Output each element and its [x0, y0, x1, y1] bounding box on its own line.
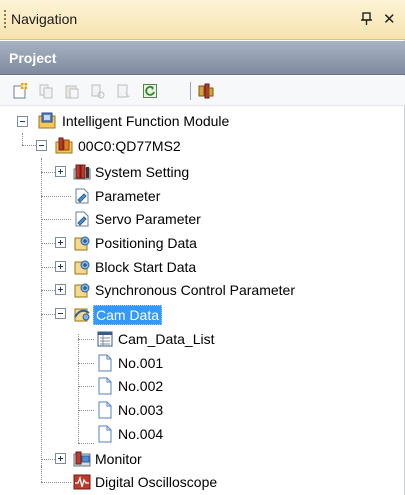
pin-icon[interactable] [360, 12, 374, 26]
block-start-data-icon [74, 260, 90, 275]
synchronous-control-icon [74, 283, 90, 298]
panel-titlebar[interactable]: Navigation ✕ [0, 0, 405, 40]
project-tree: Intelligent Function Module 00C0:QD77MS2… [0, 107, 405, 495]
expand-toggle-block-start-data[interactable] [55, 261, 66, 272]
tree-node-cam-001[interactable]: No.001 [116, 354, 165, 372]
tree-node-cam-data-list[interactable]: Cam_Data_List [116, 330, 217, 348]
unit-folder-icon [55, 137, 73, 154]
toolbar-separator [190, 82, 191, 100]
tree-node-monitor[interactable]: Monitor [93, 450, 144, 468]
refresh-icon[interactable] [142, 83, 158, 99]
tree-line [41, 172, 55, 173]
tree-node-positioning-data[interactable]: Positioning Data [93, 234, 199, 252]
tree-line [41, 267, 55, 268]
project-toolbar [0, 76, 405, 106]
servo-parameter-icon [75, 211, 89, 227]
paste-icon[interactable] [64, 83, 80, 99]
expand-toggle-system-setting[interactable] [55, 166, 66, 177]
tree-line [41, 482, 71, 483]
panel-title: Navigation [11, 11, 78, 27]
document-icon [98, 401, 112, 419]
collapse-toggle-cam-data[interactable] [55, 308, 66, 319]
tree-node-block-start-data[interactable]: Block Start Data [93, 258, 198, 276]
document-icon [98, 354, 112, 372]
tree-line [41, 290, 55, 291]
list-icon [97, 331, 113, 347]
tree-line [41, 314, 55, 315]
copy-icon[interactable] [38, 83, 54, 99]
expand-toggle-synchronous-control[interactable] [55, 284, 66, 295]
collapse-toggle-module[interactable] [36, 140, 47, 151]
parameter-icon [75, 188, 89, 204]
monitor-icon [73, 451, 91, 467]
oscilloscope-icon [73, 474, 91, 490]
close-icon[interactable]: ✕ [383, 10, 396, 28]
tree-line [41, 459, 55, 460]
cut-icon[interactable] [90, 83, 106, 99]
tree-line [41, 243, 55, 244]
tree-node-parameter[interactable]: Parameter [93, 187, 162, 205]
expand-toggle-monitor[interactable] [55, 453, 66, 464]
section-label: Project [9, 50, 57, 66]
navigation-panel: Navigation ✕ Project Intelligent Functio… [0, 0, 405, 495]
tree-line [22, 133, 23, 145]
module-folder-icon [38, 112, 56, 129]
collapse-toggle-root[interactable] [17, 116, 28, 127]
tree-line [41, 219, 71, 220]
document-icon [98, 377, 112, 395]
positioning-data-icon [74, 236, 90, 251]
system-setting-icon [73, 164, 91, 180]
tree-node-servo-parameter[interactable]: Servo Parameter [93, 210, 203, 228]
tree-node-cam-003[interactable]: No.003 [116, 401, 165, 419]
tree-line [78, 410, 94, 411]
tree-line [41, 196, 71, 197]
tree-node-cam-data[interactable]: Cam Data [93, 305, 163, 325]
tree-node-module[interactable]: 00C0:QD77MS2 [76, 137, 183, 155]
tree-line [78, 363, 94, 364]
tree-node-digital-oscilloscope[interactable]: Digital Oscilloscope [93, 473, 219, 491]
properties-icon[interactable] [116, 83, 132, 99]
tree-line [78, 334, 79, 443]
project-section-header: Project [0, 41, 405, 75]
tree-node-cam-002[interactable]: No.002 [116, 377, 165, 395]
new-project-icon[interactable] [12, 83, 28, 99]
drag-grip[interactable] [4, 10, 6, 30]
tree-line [78, 443, 94, 444]
cam-data-icon [74, 308, 90, 322]
tree-node-synchronous-control-parameter[interactable]: Synchronous Control Parameter [93, 281, 297, 299]
tree-node-cam-004[interactable]: No.004 [116, 425, 165, 443]
document-icon [98, 425, 112, 443]
expand-toggle-positioning-data[interactable] [55, 237, 66, 248]
tree-line [22, 145, 36, 146]
tree-line [41, 158, 42, 466]
tree-node-root[interactable]: Intelligent Function Module [60, 112, 231, 130]
tree-line [41, 466, 42, 482]
tree-line [78, 386, 94, 387]
tree-line [78, 339, 94, 340]
tree-node-system-setting[interactable]: System Setting [93, 163, 191, 181]
module-icon[interactable] [198, 83, 214, 99]
